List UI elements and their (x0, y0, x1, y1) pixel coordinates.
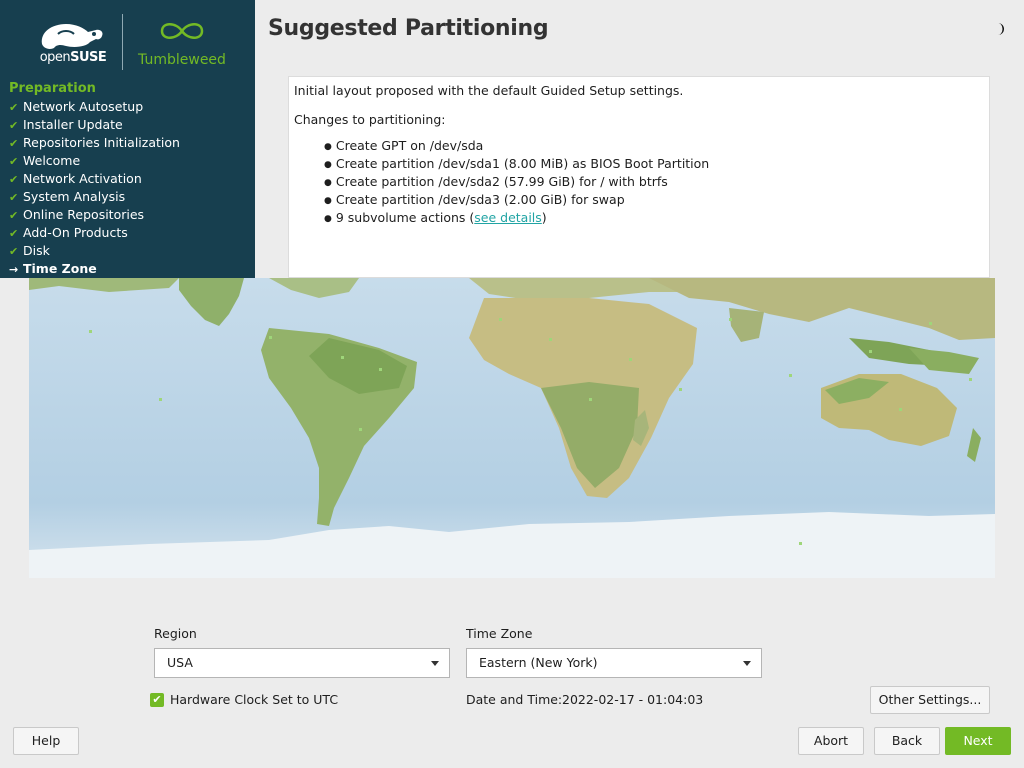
summary-item: Create partition /dev/sda1 (8.00 MiB) as… (324, 155, 984, 173)
arrow-right-icon: → (9, 263, 19, 276)
step-welcome: ✔ Welcome (9, 152, 180, 170)
abort-button[interactable]: Abort (798, 727, 864, 755)
world-map[interactable] (29, 278, 995, 578)
opensuse-logo: openSUSE (30, 14, 116, 70)
summary-intro: Initial layout proposed with the default… (294, 83, 684, 98)
next-button[interactable]: Next (945, 727, 1011, 755)
step-network-activation: ✔ Network Activation (9, 170, 180, 188)
summary-item: Create partition /dev/sda2 (57.99 GiB) f… (324, 173, 984, 191)
checkmark-icon: ✔ (9, 137, 19, 150)
step-time-zone: → Time Zone (9, 260, 180, 278)
checkmark-icon: ✔ (9, 173, 19, 186)
region-label: Region (154, 626, 197, 641)
chameleon-icon (41, 24, 103, 49)
utc-label[interactable]: Hardware Clock Set to UTC (170, 692, 338, 707)
page-title: Suggested Partitioning (268, 16, 549, 41)
timezone-select[interactable]: Eastern (New York) (466, 648, 762, 678)
timezone-label: Time Zone (466, 626, 533, 641)
region-value: USA (167, 655, 193, 670)
other-settings-button[interactable]: Other Settings... (870, 686, 990, 714)
summary-item: Create partition /dev/sda3 (2.00 GiB) fo… (324, 191, 984, 209)
summary-changes-heading: Changes to partitioning: (294, 112, 446, 127)
checkmark-icon: ✔ (9, 155, 19, 168)
checkmark-icon: ✔ (9, 101, 19, 114)
infinity-icon (160, 23, 204, 39)
step-network-autosetup: ✔ Network Autosetup (9, 98, 180, 116)
step-repositories-initialization: ✔ Repositories Initialization (9, 134, 180, 152)
utc-checkbox[interactable]: ✔ (150, 693, 164, 707)
chevron-down-icon (743, 661, 751, 666)
checkmark-icon: ✔ (9, 119, 19, 132)
summary-changes-list: Create GPT on /dev/sda Create partition … (294, 137, 984, 227)
checkmark-icon: ✔ (9, 245, 19, 258)
opensuse-wordmark: openSUSE (39, 50, 107, 65)
steps-heading: Preparation (9, 81, 96, 96)
checkmark-icon: ✔ (152, 693, 162, 706)
partitioning-summary: Initial layout proposed with the default… (288, 76, 990, 278)
step-installer-update: ✔ Installer Update (9, 116, 180, 134)
checkmark-icon: ✔ (9, 191, 19, 204)
logo-divider (122, 14, 123, 70)
half-moon-icon[interactable] (993, 22, 1007, 36)
summary-item: Create GPT on /dev/sda (324, 137, 984, 155)
datetime-label: Date and Time: (466, 692, 563, 707)
summary-item-subvolumes: 9 subvolume actions (see details) (324, 209, 984, 227)
see-details-link[interactable]: see details (474, 210, 542, 225)
sidebar: openSUSE Tumbleweed Preparation ✔ Network… (0, 0, 255, 278)
back-button[interactable]: Back (874, 727, 940, 755)
step-add-on-products: ✔ Add-On Products (9, 224, 180, 242)
datetime-value: 2022-02-17 - 01:04:03 (562, 692, 704, 707)
step-online-repositories: ✔ Online Repositories (9, 206, 180, 224)
checkmark-icon: ✔ (9, 227, 19, 240)
tumbleweed-wordmark: Tumbleweed (138, 52, 226, 68)
step-system-analysis: ✔ System Analysis (9, 188, 180, 206)
chevron-down-icon (431, 661, 439, 666)
timezone-value: Eastern (New York) (479, 655, 598, 670)
region-select[interactable]: USA (154, 648, 450, 678)
help-button[interactable]: Help (13, 727, 79, 755)
step-disk: ✔ Disk (9, 242, 180, 260)
steps-list: ✔ Network Autosetup ✔ Installer Update ✔ Re… (9, 98, 180, 278)
tumbleweed-logo: Tumbleweed (134, 18, 230, 68)
checkmark-icon: ✔ (9, 209, 19, 222)
